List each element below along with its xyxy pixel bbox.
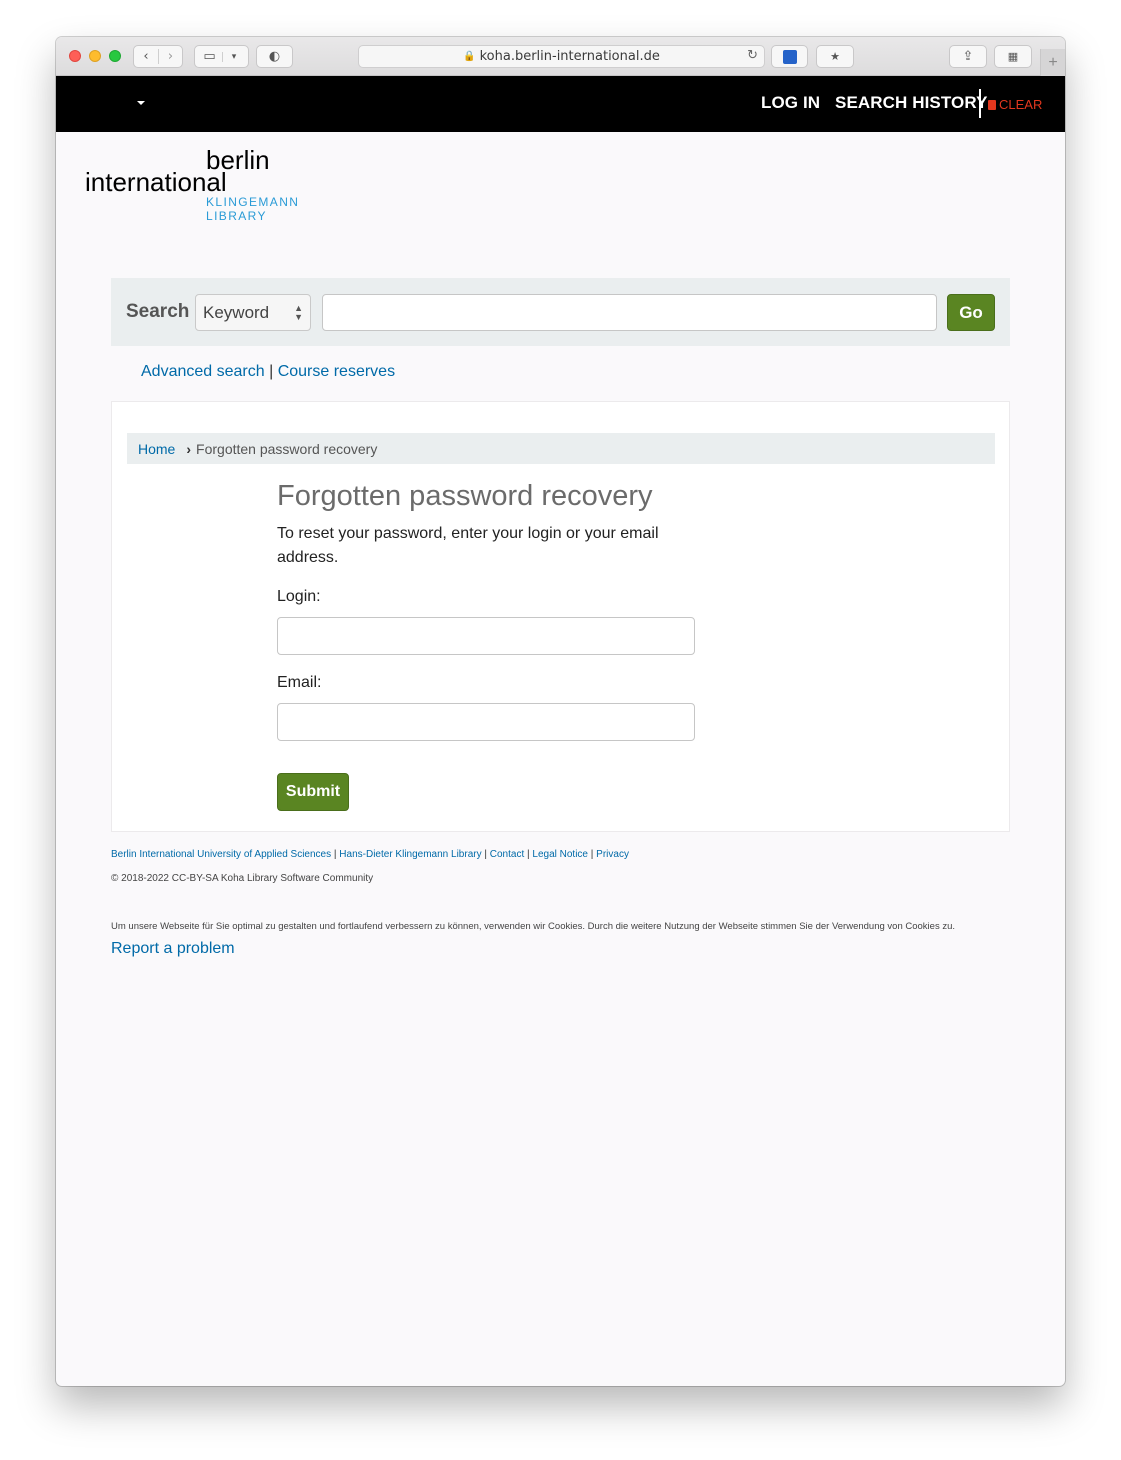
course-reserves-link[interactable]: Course reserves [278,363,395,380]
trash-icon [988,100,996,110]
extension-button[interactable] [771,45,808,68]
lock-icon: 🔒 [463,51,476,62]
sublinks-separator: | [269,363,274,380]
go-button[interactable]: Go [947,294,995,331]
email-field[interactable] [277,703,695,741]
login-label: Login: [277,588,321,605]
clear-history-link[interactable]: CLEAR [988,97,1042,112]
footer-separator: | [333,849,337,860]
breadcrumb-home[interactable]: Home [138,441,175,457]
page-title: Forgotten password recovery [277,480,653,512]
main-content: Home › Forgotten password recovery Forgott… [111,401,1010,832]
breadcrumb-separator: › [186,441,192,457]
bookmark-button[interactable]: ★ [816,45,854,68]
footer-links: Berlin International University of Appli… [111,849,629,860]
footer-link-university[interactable]: Berlin International University of Appli… [111,849,331,860]
report-problem-link[interactable]: Report a problem [111,940,235,958]
address-bar[interactable]: 🔒 koha.berlin-international.de ↻ [358,45,765,68]
clear-label: CLEAR [999,97,1043,112]
new-tab-button[interactable]: + [1040,49,1065,76]
minimize-window-button[interactable] [89,50,101,62]
footer-separator: | [484,849,487,860]
email-label: Email: [277,674,322,691]
breadcrumb: Home › Forgotten password recovery [127,433,995,464]
zoom-window-button[interactable] [109,50,121,62]
login-field[interactable] [277,617,695,655]
cookie-notice: Um unsere Webseite für Sie optimal zu ge… [111,921,956,932]
search-type-select[interactable]: Keyword ▲ ▼ [195,294,311,331]
search-input[interactable] [322,294,937,331]
sidebar-icon: ▭ [203,49,216,64]
sidebar-toggle[interactable]: ▭ ▾ [194,45,249,68]
advanced-search-link[interactable]: Advanced search [141,363,265,380]
submit-button[interactable]: Submit [277,773,349,811]
search-label: Search [126,301,190,322]
search-type-value: Keyword [203,303,270,322]
library-logo[interactable]: berlin international KLINGEMANN LIBRARY [85,145,325,225]
logo-international: international [85,167,227,197]
logo-klingemann: KLINGEMANN [206,195,300,209]
logo-library: LIBRARY [206,209,267,223]
search-sublinks: Advanced search | Course reserves [141,363,395,381]
intro-text: To reset your password, enter your login… [277,525,659,566]
star-icon: ★ [830,50,840,63]
footer-link-library[interactable]: Hans-Dieter Klingemann Library [339,849,481,860]
privacy-shield-button[interactable]: ◐ [256,45,293,68]
search-bar: Search Keyword ▲ ▼ Go [111,278,1010,346]
footer-separator: | [590,849,594,860]
back-icon[interactable]: ‹ [134,49,158,64]
browser-toolbar: ‹ › ▭ ▾ ◐ 🔒 koha.berlin-international.de… [56,37,1065,76]
share-button[interactable]: ⇪ [949,45,987,68]
url-text: koha.berlin-international.de [479,49,660,64]
top-navigation: LOG IN SEARCH HISTORY CLEAR [56,76,1065,132]
copyright-text: © 2018-2022 CC-BY-SA Koha Library Softwa… [111,873,374,884]
back-forward-buttons: ‹ › [133,45,183,68]
reload-icon[interactable]: ↻ [747,48,758,63]
browser-window: ‹ › ▭ ▾ ◐ 🔒 koha.berlin-international.de… [56,37,1065,1386]
chevron-down-icon: ▾ [221,51,246,62]
tab-overview-button[interactable]: ▦ [994,45,1032,68]
share-icon: ⇪ [962,49,974,64]
grid-icon: ▦ [1007,50,1019,63]
footer-link-privacy[interactable]: Privacy [596,849,629,860]
breadcrumb-current: Forgotten password recovery [196,441,378,457]
forward-icon[interactable]: › [158,49,182,64]
footer-link-legal[interactable]: Legal Notice [532,849,588,860]
shield-icon: ◐ [268,49,281,64]
select-arrows-icon: ▲ ▼ [294,303,303,322]
close-window-button[interactable] [69,50,81,62]
nav-divider [979,89,981,118]
footer-link-contact[interactable]: Contact [490,849,524,860]
caret-down-icon[interactable] [137,101,145,105]
login-link[interactable]: LOG IN [761,93,820,113]
plus-icon: + [1048,53,1058,71]
search-history-link[interactable]: SEARCH HISTORY [835,93,988,113]
footer-separator: | [527,849,530,860]
extension-icon [782,49,797,64]
